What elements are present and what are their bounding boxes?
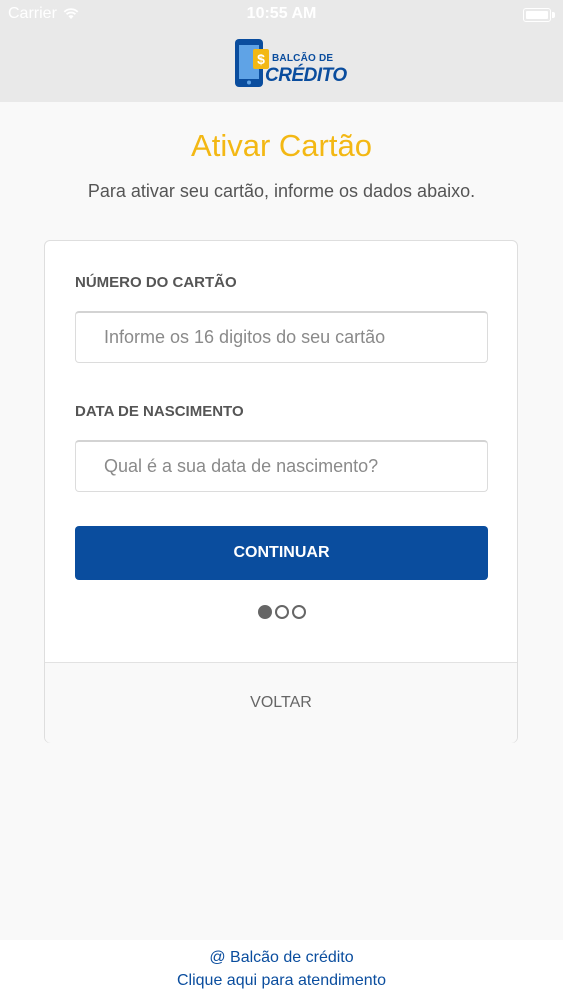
card-number-label: NÚMERO DO CARTÃO [75, 274, 237, 291]
card-number-input[interactable] [75, 311, 488, 363]
footer-brand-link[interactable]: @ Balcão de crédito [0, 949, 563, 967]
logo-text-bottom: CRÉDITO [265, 65, 347, 86]
continue-button[interactable]: CONTINUAR [75, 526, 488, 580]
step-dot-1 [258, 605, 272, 619]
battery-icon [523, 8, 555, 22]
step-dot-3 [292, 605, 306, 619]
page-title: Ativar Cartão [191, 128, 372, 163]
page-subtitle: Para ativar seu cartão, informe os dados… [87, 181, 476, 201]
activation-card: NÚMERO DO CARTÃO DATA DE NASCIMENTO CONT… [44, 240, 518, 743]
logo-text-top: BALCÃO DE [272, 53, 334, 64]
brand-logo: $ BALCÃO DE CRÉDITO [234, 37, 347, 89]
status-bar: Carrier 10:55 AM [0, 0, 563, 30]
step-dot-2 [275, 605, 289, 619]
svg-text:$: $ [257, 51, 265, 67]
footer: @ Balcão de crédito Clique aqui para ate… [0, 940, 563, 1000]
step-indicator [45, 605, 519, 619]
back-button[interactable]: VOLTAR [45, 663, 517, 743]
birthdate-input[interactable] [75, 440, 488, 492]
clock: 10:55 AM [246, 5, 317, 22]
birthdate-label: DATA DE NASCIMENTO [75, 403, 244, 420]
support-link[interactable]: Clique aqui para atendimento [0, 972, 563, 990]
